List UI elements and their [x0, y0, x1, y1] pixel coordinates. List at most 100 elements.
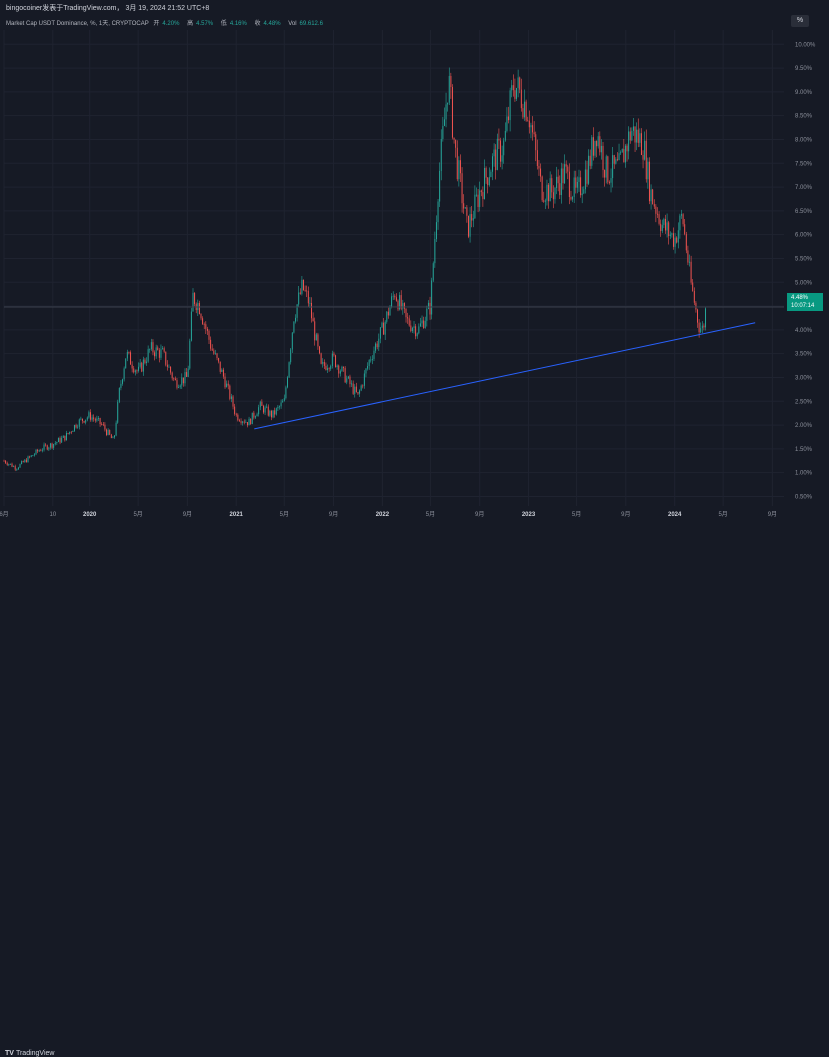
candle-body	[666, 222, 668, 231]
header-title: bingocoiner发表于TradingView.com， 3月 19, 20…	[6, 5, 210, 12]
candle-body	[669, 234, 671, 237]
y-tick-label: 3.00%	[795, 375, 813, 381]
candle-body	[381, 322, 383, 328]
candle-body	[386, 311, 388, 322]
candle-body	[492, 156, 494, 172]
candle-body	[479, 190, 481, 208]
candle-body	[214, 353, 216, 355]
candle-body	[508, 116, 510, 121]
candle-body	[668, 222, 670, 237]
candle-body	[274, 410, 276, 415]
y-tick-label: 10.00%	[795, 42, 816, 48]
candle-body	[24, 459, 26, 463]
candle-body	[258, 407, 260, 415]
candle-body	[520, 89, 522, 109]
candle-body	[466, 207, 468, 216]
candle-body	[402, 303, 404, 309]
candle-body	[290, 349, 292, 363]
candle-body	[629, 131, 631, 141]
candle-body	[152, 342, 154, 353]
candle-body	[650, 189, 652, 202]
x-tick-label: 5月	[718, 511, 727, 518]
candle-body	[32, 455, 34, 457]
candle-body	[411, 327, 413, 332]
candle-body	[560, 168, 562, 195]
candle-body	[676, 237, 678, 243]
candle-body	[418, 326, 420, 334]
candle-body	[663, 218, 665, 226]
candle-body	[208, 330, 210, 340]
candle-body	[59, 438, 61, 443]
candle-body	[104, 424, 106, 430]
candle-body	[133, 368, 135, 373]
candle-body	[427, 302, 429, 309]
candle-body	[687, 250, 689, 263]
candle-body	[73, 424, 75, 431]
candle-body	[631, 130, 633, 141]
candle-body	[423, 320, 425, 329]
candle-body	[648, 161, 650, 202]
candle-body	[578, 177, 580, 182]
candle-body	[198, 303, 200, 314]
symbol-legend[interactable]: Market Cap USDT Dominance, %, 1天, CRYPTO…	[6, 18, 329, 27]
candle-body	[344, 368, 346, 383]
candle-body	[61, 437, 63, 443]
candle-body	[501, 155, 503, 162]
candle-body	[387, 311, 389, 316]
candle-body	[203, 324, 205, 326]
candle-body	[389, 306, 391, 316]
candle-body	[97, 417, 99, 419]
candle-body	[671, 233, 673, 235]
candle-body	[652, 189, 654, 205]
candle-body	[360, 385, 362, 391]
candle-body	[315, 334, 317, 341]
candle-body	[359, 390, 361, 394]
candle-body	[272, 410, 274, 418]
candle-body	[286, 377, 288, 388]
candle-body	[331, 353, 333, 367]
candle-body	[451, 87, 453, 138]
candle-body	[54, 443, 56, 445]
candle-body	[270, 410, 272, 418]
candle-body	[280, 402, 282, 407]
candle-body	[445, 104, 447, 120]
x-tick-label: 6月	[0, 511, 9, 518]
candle-body	[455, 139, 457, 148]
candle-body	[166, 364, 168, 367]
candle-body	[186, 372, 188, 377]
percent-scale-button[interactable]: %	[791, 15, 809, 27]
candle-body	[632, 126, 634, 131]
candle-body	[471, 214, 473, 221]
candle-body	[536, 150, 538, 166]
candle-body	[672, 233, 674, 247]
candle-body	[81, 418, 83, 421]
candle-body	[415, 326, 417, 337]
candle-body	[351, 383, 353, 385]
candle-body	[472, 218, 474, 221]
trendline[interactable]	[254, 322, 756, 430]
candle-body	[448, 75, 450, 103]
tradingview-logo[interactable]: TV TradingView	[5, 1050, 54, 1057]
candle-body	[459, 160, 461, 174]
candle-body	[319, 346, 321, 354]
candle-body	[677, 230, 679, 243]
candle-body	[341, 366, 343, 372]
candle-body	[692, 282, 694, 291]
candle-body	[307, 291, 309, 304]
candle-body	[689, 261, 691, 263]
price-chart[interactable]: 0.50% 1.00% 1.50% 2.00% 2.50% 3.00% 3.50% 4.00%…	[0, 0, 829, 537]
candle-body	[17, 467, 19, 470]
candle-body	[634, 126, 636, 143]
candle-body	[477, 194, 479, 208]
candle-body	[138, 366, 140, 371]
candle-body	[589, 155, 591, 166]
candle-body	[562, 168, 564, 184]
candle-body	[363, 373, 365, 386]
candle-body	[394, 295, 396, 298]
candle-body	[610, 178, 612, 183]
current-price-tag: 4.48% 10:07:14	[787, 293, 823, 311]
x-tick-label: 9月	[475, 511, 484, 518]
candle-body	[222, 369, 224, 377]
candle-body	[128, 352, 130, 353]
candle-body	[339, 371, 341, 374]
